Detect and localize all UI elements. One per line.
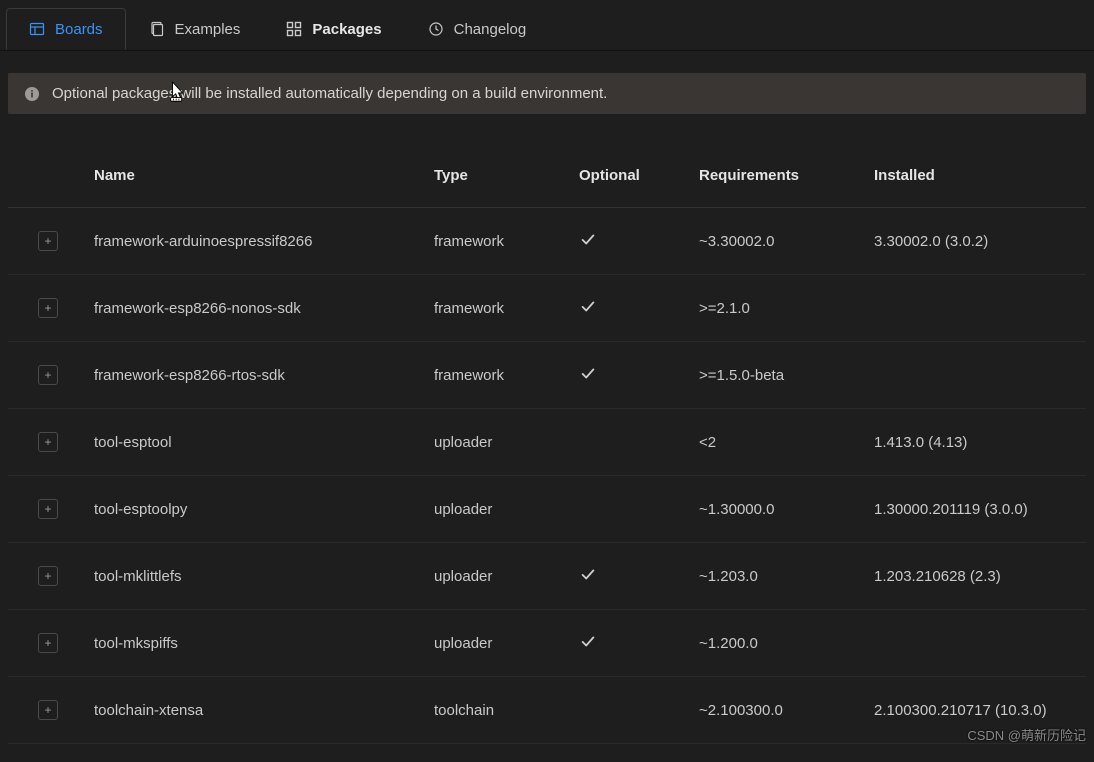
cell-type: framework — [428, 363, 573, 388]
header-type[interactable]: Type — [428, 163, 573, 188]
tabs-bar: Boards Examples Packages C — [0, 0, 1094, 51]
table-row: + tool-mkspiffsuploader ~1.200.0 — [8, 610, 1086, 677]
cell-requirements: >=2.1.0 — [693, 296, 868, 321]
cell-requirements: ~2.100300.0 — [693, 698, 868, 723]
cell-requirements: ~1.30000.0 — [693, 497, 868, 522]
expand-button[interactable]: + — [38, 633, 58, 653]
watermark: CSDN @萌新历险记 — [967, 725, 1086, 744]
cell-optional — [573, 438, 693, 446]
table-row: + framework-esp8266-rtos-sdkframework >=1.… — [8, 342, 1086, 409]
cell-type: uploader — [428, 430, 573, 455]
info-icon — [24, 86, 40, 102]
cell-type: toolchain — [428, 698, 573, 723]
expand-button[interactable]: + — [38, 566, 58, 586]
table-header-row: Name Type Optional Requirements Installe… — [8, 144, 1086, 208]
cell-type: framework — [428, 296, 573, 321]
cell-type: uploader — [428, 564, 573, 589]
tab-examples[interactable]: Examples — [126, 8, 264, 50]
cell-name: tool-mklittlefs — [88, 564, 428, 589]
cell-installed: 3.30002.0 (3.0.2) — [868, 229, 1086, 254]
check-icon — [579, 297, 597, 315]
cell-installed: 1.413.0 (4.13) — [868, 430, 1086, 455]
cell-requirements: ~3.30002.0 — [693, 229, 868, 254]
expand-button[interactable]: + — [38, 298, 58, 318]
cell-optional — [573, 628, 693, 658]
cell-optional — [573, 706, 693, 714]
cell-optional — [573, 226, 693, 256]
table-row: + framework-esp8266-nonos-sdkframework >=2… — [8, 275, 1086, 342]
cell-name: tool-esptoolpy — [88, 497, 428, 522]
expand-button[interactable]: + — [38, 231, 58, 251]
check-icon — [579, 565, 597, 583]
header-requirements[interactable]: Requirements — [693, 163, 868, 188]
cell-requirements: ~1.203.0 — [693, 564, 868, 589]
info-message: Optional packages will be installed auto… — [52, 85, 607, 102]
cell-type: uploader — [428, 631, 573, 656]
cell-name: tool-mkspiffs — [88, 631, 428, 656]
cell-optional — [573, 293, 693, 323]
cell-installed — [868, 371, 1086, 379]
tab-packages[interactable]: Packages — [263, 8, 404, 50]
tab-changelog-label: Changelog — [454, 22, 527, 37]
expand-button[interactable]: + — [38, 365, 58, 385]
cell-installed: 2.100300.210717 (10.3.0) — [868, 698, 1086, 723]
packages-table: Name Type Optional Requirements Installe… — [8, 144, 1086, 744]
cell-name: framework-esp8266-rtos-sdk — [88, 363, 428, 388]
info-bar: Optional packages will be installed auto… — [8, 73, 1086, 114]
header-optional[interactable]: Optional — [573, 163, 693, 188]
table-row: + tool-esptooluploader <21.413.0 (4.13) — [8, 409, 1086, 476]
tab-packages-label: Packages — [312, 22, 381, 37]
cell-type: uploader — [428, 497, 573, 522]
table-row: + toolchain-xtensatoolchain ~2.100300.02.1… — [8, 677, 1086, 744]
cell-installed: 1.30000.201119 (3.0.0) — [868, 497, 1086, 522]
cell-name: tool-esptool — [88, 430, 428, 455]
cell-requirements: <2 — [693, 430, 868, 455]
cell-optional — [573, 561, 693, 591]
cell-type: framework — [428, 229, 573, 254]
check-icon — [579, 364, 597, 382]
table-row: + framework-arduinoespressif8266framework… — [8, 208, 1086, 275]
cell-installed — [868, 639, 1086, 647]
header-installed[interactable]: Installed — [868, 163, 1086, 188]
cell-optional — [573, 360, 693, 390]
tab-examples-label: Examples — [175, 22, 241, 37]
tab-boards[interactable]: Boards — [6, 8, 126, 50]
table-row: + tool-esptoolpyuploader ~1.30000.01.30000… — [8, 476, 1086, 543]
check-icon — [579, 632, 597, 650]
expand-button[interactable]: + — [38, 499, 58, 519]
cell-installed: 1.203.210628 (2.3) — [868, 564, 1086, 589]
changelog-icon — [428, 21, 444, 37]
examples-icon — [149, 21, 165, 37]
cell-requirements: ~1.200.0 — [693, 631, 868, 656]
cell-installed — [868, 304, 1086, 312]
boards-icon — [29, 21, 45, 37]
tab-changelog[interactable]: Changelog — [405, 8, 550, 50]
cell-optional — [573, 505, 693, 513]
cell-name: framework-arduinoespressif8266 — [88, 229, 428, 254]
header-name[interactable]: Name — [88, 163, 428, 188]
cell-name: framework-esp8266-nonos-sdk — [88, 296, 428, 321]
table-row: + tool-mklittlefsuploader ~1.203.01.203.21… — [8, 543, 1086, 610]
cell-name: toolchain-xtensa — [88, 698, 428, 723]
expand-button[interactable]: + — [38, 432, 58, 452]
cell-requirements: >=1.5.0-beta — [693, 363, 868, 388]
tab-boards-label: Boards — [55, 22, 103, 37]
check-icon — [579, 230, 597, 248]
packages-icon — [286, 21, 302, 37]
expand-button[interactable]: + — [38, 700, 58, 720]
